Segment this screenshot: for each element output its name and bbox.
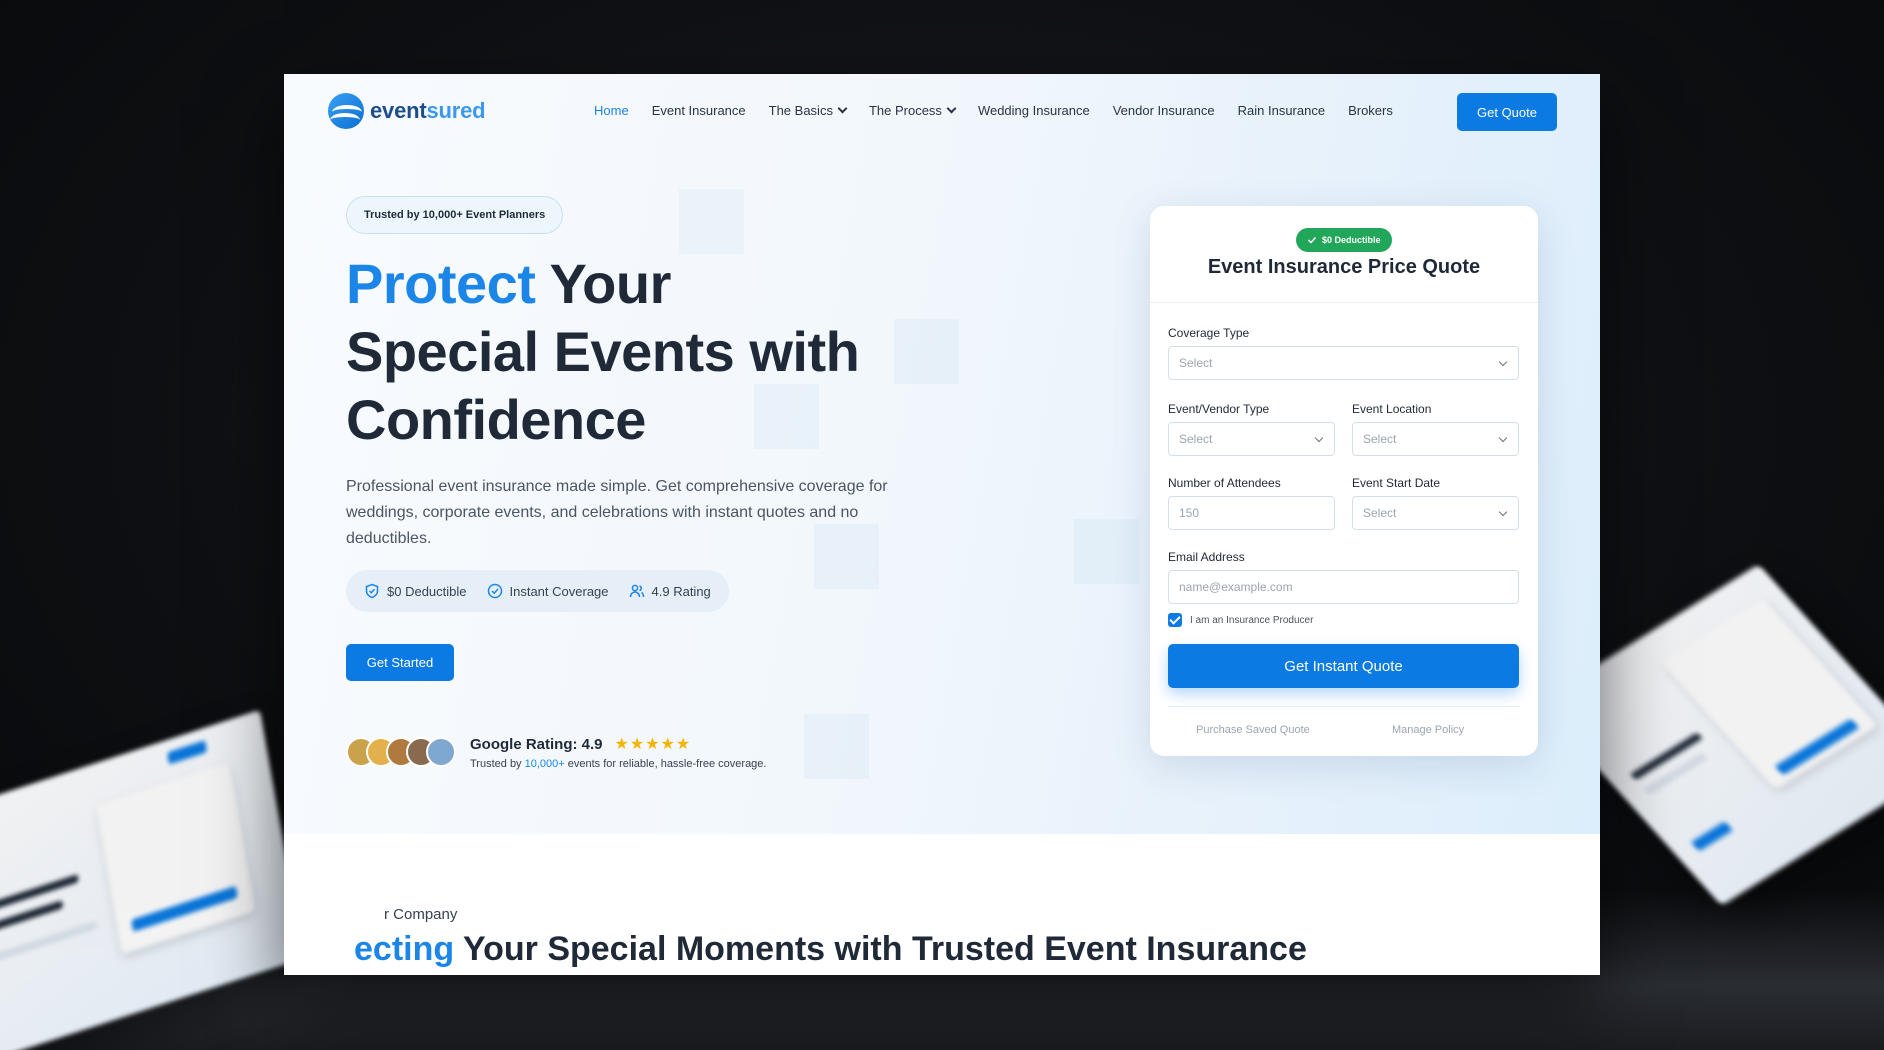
logo[interactable]: eventsured (328, 93, 486, 129)
section-eyebrow: r Company (384, 906, 458, 923)
nav-vendor-insurance[interactable]: Vendor Insurance (1113, 103, 1215, 118)
chevron-down-icon (1314, 433, 1324, 443)
main-menu: Home Event Insurance The Basics The Proc… (594, 103, 1416, 118)
vendor-type-label: Event/Vendor Type (1168, 402, 1270, 416)
nav-the-basics[interactable]: The Basics (769, 103, 848, 118)
feature-rating: 4.9 Rating (629, 583, 711, 599)
website-screen: eventsured Home Event Insurance The Basi… (284, 74, 1600, 975)
star-rating-icon: ★★★★★ (614, 736, 692, 753)
nav-wedding-insurance[interactable]: Wedding Insurance (978, 103, 1090, 118)
start-date-label: Event Start Date (1352, 476, 1441, 490)
top-navigation: eventsured Home Event Insurance The Basi… (284, 74, 1600, 150)
deductible-badge: $0 Deductible (1296, 228, 1392, 252)
quote-form-card: $0 Deductible Event Insurance Price Quot… (1150, 206, 1538, 756)
trusted-badge: Trusted by 10,000+ Event Planners (346, 196, 564, 234)
chevron-down-icon (946, 103, 957, 114)
nav-home[interactable]: Home (594, 103, 629, 118)
coverage-type-label: Coverage Type (1168, 326, 1250, 340)
shield-check-icon (365, 583, 379, 599)
feature-instant-coverage: Instant Coverage (487, 583, 609, 599)
nav-event-insurance[interactable]: Event Insurance (652, 103, 746, 118)
get-instant-quote-button[interactable]: Get Instant Quote (1168, 644, 1519, 688)
email-field[interactable]: name@example.com (1168, 570, 1519, 604)
google-rating: Google Rating: 4.9 ★★★★★ Trusted by 10,0… (346, 734, 766, 770)
rating-subtext: Trusted by 10,000+ events for reliable, … (470, 758, 767, 770)
hero-description: Professional event insurance made simple… (346, 478, 888, 547)
hero-headline: Protect Your Special Events with Confide… (346, 252, 860, 451)
nav-rain-insurance[interactable]: Rain Insurance (1238, 103, 1325, 118)
divider (1168, 706, 1520, 707)
chevron-down-icon (1498, 433, 1508, 443)
coverage-type-select[interactable]: Select (1168, 346, 1519, 380)
check-circle-icon (487, 583, 502, 599)
divider (1150, 302, 1538, 303)
producer-checkbox-row[interactable]: I am an Insurance Producer (1168, 613, 1313, 627)
feature-highlights: $0 Deductible Instant Coverage 4.9 Ratin… (346, 570, 729, 612)
quote-card-title: Event Insurance Price Quote (1207, 256, 1481, 278)
email-label: Email Address (1168, 550, 1245, 564)
avatar-group (346, 737, 456, 767)
get-quote-button[interactable]: Get Quote (1457, 93, 1557, 131)
attendees-input[interactable]: 150 (1168, 496, 1335, 530)
manage-policy-link[interactable]: Manage Policy (1392, 724, 1464, 736)
nav-brokers[interactable]: Brokers (1348, 103, 1393, 118)
start-date-select[interactable]: Select (1352, 496, 1519, 530)
chevron-down-icon (837, 103, 848, 114)
producer-checkbox[interactable] (1168, 613, 1182, 627)
rating-title: Google Rating: 4.9 (470, 735, 603, 753)
purchase-saved-quote-link[interactable]: Purchase Saved Quote (1196, 724, 1310, 736)
logo-wave-icon (328, 93, 364, 129)
vendor-type-select[interactable]: Select (1168, 422, 1335, 456)
nav-the-process[interactable]: The Process (869, 103, 957, 118)
logo-text: eventsured (370, 98, 486, 123)
attendees-label: Number of Attendees (1168, 476, 1281, 490)
check-icon (1307, 236, 1317, 244)
feature-deductible: $0 Deductible (364, 583, 467, 599)
avatar (426, 737, 456, 767)
event-location-select[interactable]: Select (1352, 422, 1519, 456)
chevron-down-icon (1498, 357, 1508, 367)
users-icon (629, 584, 644, 598)
chevron-down-icon (1498, 507, 1508, 517)
get-started-button[interactable]: Get Started (346, 644, 454, 681)
event-location-label: Event Location (1352, 402, 1432, 416)
section-title: ecting Your Special Moments with Trusted… (354, 930, 1307, 968)
